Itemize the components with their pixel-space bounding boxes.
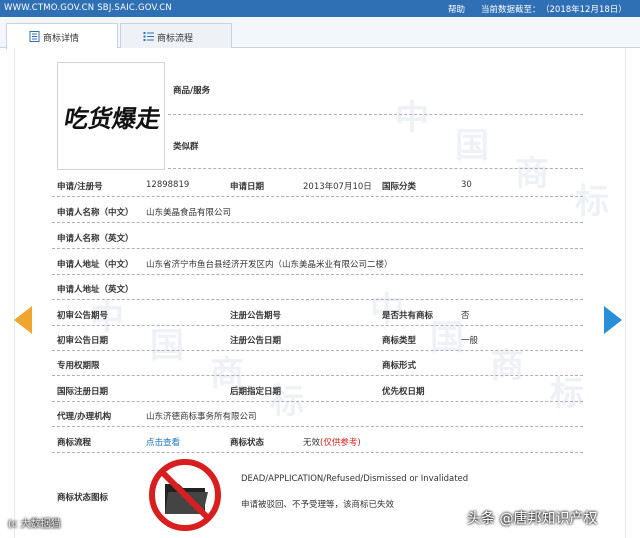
trademark-logo-text: 吃货爆走 bbox=[64, 104, 160, 133]
divider bbox=[168, 114, 583, 115]
tm-type-value: 一般 bbox=[461, 336, 479, 346]
reg-no-value: 12898819 bbox=[146, 180, 190, 190]
watermark-glyph: 中 bbox=[370, 290, 404, 330]
divider bbox=[52, 401, 583, 402]
address-cn-value: 山东省济宁市鱼台县经济开发区内（山东美晶米业有限公司二楼） bbox=[146, 260, 393, 270]
address-cn-label: 申请人地址（中文） bbox=[57, 260, 134, 270]
divider bbox=[52, 350, 583, 351]
divider bbox=[52, 452, 583, 453]
applicant-cn-value: 山东美晶食品有限公司 bbox=[146, 208, 232, 218]
source-watermark: 头条 @唐邦知识产权 bbox=[467, 511, 598, 527]
goods-services-label: 商品/服务 bbox=[173, 86, 211, 96]
similar-group-label: 类似群 bbox=[173, 142, 199, 152]
shared-label: 是否共有商标 bbox=[382, 311, 434, 321]
divider bbox=[52, 375, 583, 376]
agent-label: 代理/办理机构 bbox=[57, 412, 112, 422]
trademark-logo-mark: 吃货爆走 bbox=[64, 104, 160, 133]
applicant-en-label: 申请人名称（英文） bbox=[57, 234, 134, 244]
tab-label: 商标流程 bbox=[157, 34, 194, 44]
divider bbox=[52, 426, 583, 427]
watermark-glyph: 标 bbox=[575, 182, 609, 222]
prelim-pub-date-label: 初审公告日期 bbox=[57, 336, 109, 346]
divider bbox=[52, 196, 583, 197]
tm-form-label: 商标形式 bbox=[382, 361, 417, 371]
address-en-label: 申请人地址（英文） bbox=[57, 285, 134, 295]
top-bar: WWW.CTMO.GOV.CN SBJ.SAIC.GOV.CN 帮助 当前数据截… bbox=[0, 0, 640, 17]
list-icon bbox=[143, 32, 154, 41]
status-label: 商标状态 bbox=[230, 438, 265, 448]
process-view-link[interactable]: 点击查看 bbox=[146, 436, 180, 448]
status-text: 无效 bbox=[303, 438, 321, 448]
document-icon bbox=[29, 31, 40, 42]
reg-pub-date-label: 注册公告日期 bbox=[230, 336, 282, 346]
bottom-left-watermark: (c 大数据猫 bbox=[8, 519, 61, 530]
status-value: 无效(仅供参考) bbox=[303, 436, 361, 448]
intl-class-label: 国际分类 bbox=[382, 182, 417, 192]
tab-label: 商标详情 bbox=[43, 34, 80, 44]
next-arrow-icon[interactable] bbox=[604, 306, 622, 334]
divider bbox=[52, 325, 583, 326]
intl-reg-date-label: 国际注册日期 bbox=[57, 387, 109, 397]
status-english: DEAD/APPLICATION/Refused/Dismissed or In… bbox=[241, 474, 469, 484]
trademark-image: 吃货爆走 bbox=[57, 62, 165, 170]
watermark-glyph: 标 bbox=[550, 374, 584, 414]
divider bbox=[52, 222, 583, 223]
tab-trademark-details[interactable]: 商标详情 bbox=[6, 23, 118, 49]
data-as-of-label: 当前数据截至： bbox=[481, 5, 541, 15]
exclusive-period-label: 专用权期限 bbox=[57, 361, 100, 371]
watermark-glyph: 国 bbox=[430, 318, 464, 358]
applicant-cn-label: 申请人名称（中文） bbox=[57, 208, 134, 218]
previous-arrow-icon[interactable] bbox=[14, 306, 32, 334]
divider bbox=[52, 299, 583, 300]
process-label: 商标流程 bbox=[57, 438, 92, 448]
data-as-of-date: （2018年12月18日） bbox=[541, 5, 627, 15]
priority-date-label: 优先权日期 bbox=[382, 387, 425, 397]
later-designation-label: 后期指定日期 bbox=[230, 387, 282, 397]
tm-type-label: 商标类型 bbox=[382, 336, 417, 346]
reg-pub-no-label: 注册公告期号 bbox=[230, 311, 282, 321]
app-date-value: 2013年07月10日 bbox=[303, 182, 372, 192]
dead-trademark-icon bbox=[149, 459, 221, 531]
status-icon-label: 商标状态图标 bbox=[57, 493, 109, 503]
shared-value: 否 bbox=[461, 311, 470, 321]
divider bbox=[52, 248, 583, 249]
site-urls: WWW.CTMO.GOV.CN SBJ.SAIC.GOV.CN bbox=[4, 3, 172, 13]
status-reference-note: (仅供参考) bbox=[320, 438, 361, 448]
watermark-glyph: 标 bbox=[270, 382, 304, 422]
app-date-label: 申请日期 bbox=[230, 182, 265, 192]
agent-value: 山东济德商标事务所有限公司 bbox=[146, 412, 257, 422]
status-chinese: 申请被驳回、不予受理等，该商标已失效 bbox=[241, 500, 395, 510]
reg-no-label: 申请/注册号 bbox=[57, 182, 103, 192]
tab-bar: 商标详情 商标流程 bbox=[0, 17, 640, 49]
watermark-glyph: 商 bbox=[515, 154, 549, 194]
prelim-pub-no-label: 初审公告期号 bbox=[57, 311, 109, 321]
help-link[interactable]: 帮助 bbox=[448, 3, 465, 15]
watermark-glyph: 国 bbox=[455, 126, 489, 166]
divider bbox=[168, 168, 583, 169]
intl-class-value: 30 bbox=[461, 180, 472, 190]
watermark-glyph: 商 bbox=[490, 346, 524, 386]
tab-trademark-process[interactable]: 商标流程 bbox=[120, 23, 232, 49]
divider bbox=[52, 274, 583, 275]
